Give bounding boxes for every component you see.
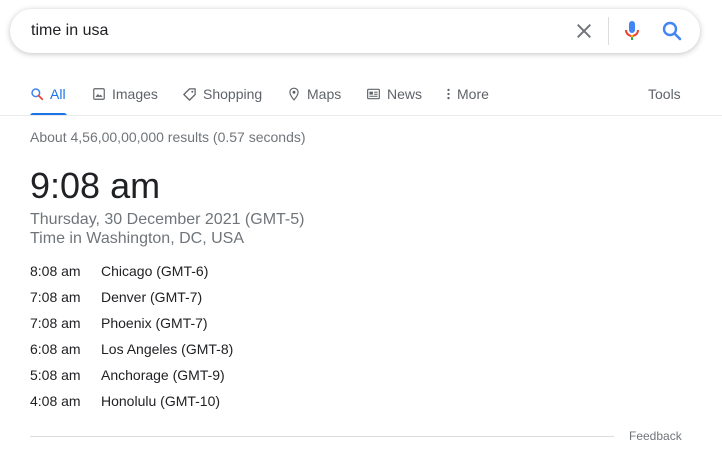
zone-time: 6:08 am [30, 341, 81, 357]
image-icon [93, 88, 105, 100]
zone-city: Phoenix (GMT-7) [101, 315, 208, 331]
tab-all[interactable]: All [30, 76, 66, 112]
search-divider [608, 17, 609, 45]
zone-city: Los Angeles (GMT-8) [101, 341, 234, 357]
list-item: 6:08 am Los Angeles (GMT-8) [30, 339, 330, 365]
tab-images[interactable]: Images [92, 76, 158, 112]
tag-icon [183, 87, 196, 101]
microphone-icon[interactable] [620, 19, 644, 43]
tab-label: News [387, 86, 423, 102]
list-item: 5:08 am Anchorage (GMT-9) [30, 365, 330, 391]
more-vertical-icon [447, 88, 450, 100]
tab-news[interactable]: News [366, 76, 422, 112]
tab-maps[interactable]: Maps [287, 76, 341, 112]
zone-city: Denver (GMT-7) [101, 289, 203, 305]
tab-more[interactable]: More [446, 76, 489, 112]
feedback-link[interactable]: Feedback [629, 429, 682, 443]
map-pin-icon [289, 87, 299, 101]
list-item: 7:08 am Denver (GMT-7) [30, 287, 330, 313]
close-icon[interactable] [572, 19, 596, 43]
zone-time: 4:08 am [30, 393, 81, 409]
tab-label: Maps [307, 86, 342, 102]
tab-label: All [50, 86, 66, 102]
feedback-divider [30, 436, 614, 437]
current-date: Thursday, 30 December 2021 (GMT-5) [30, 211, 305, 228]
newspaper-icon [367, 88, 380, 100]
list-item: 7:08 am Phoenix (GMT-7) [30, 313, 330, 339]
tab-label: More [457, 86, 489, 102]
tabs-divider [0, 115, 722, 116]
time-location: Time in Washington, DC, USA [30, 230, 244, 247]
time-zone-list: 8:08 am Chicago (GMT-6) 7:08 am Denver (… [30, 261, 330, 417]
search-box[interactable]: time in usa [10, 9, 700, 53]
results-stats: About 4,56,00,00,000 results (0.57 secon… [30, 129, 306, 145]
search-icon[interactable] [660, 19, 684, 43]
tab-label: Images [112, 86, 158, 102]
zone-city: Honolulu (GMT-10) [101, 393, 221, 409]
list-item: 4:08 am Honolulu (GMT-10) [30, 391, 330, 417]
zone-time: 7:08 am [30, 315, 81, 331]
tab-shopping[interactable]: Shopping [182, 76, 262, 112]
zone-time: 8:08 am [30, 263, 81, 279]
zone-time: 7:08 am [30, 289, 81, 305]
zone-time: 5:08 am [30, 367, 81, 383]
search-icon [31, 88, 44, 101]
tools-label: Tools [648, 86, 681, 102]
tools-button[interactable]: Tools [648, 76, 681, 112]
zone-city: Anchorage (GMT-9) [101, 367, 225, 383]
search-input[interactable]: time in usa [31, 9, 108, 53]
current-time: 9:08 am [30, 165, 161, 206]
tab-label: Shopping [203, 86, 263, 102]
list-item: 8:08 am Chicago (GMT-6) [30, 261, 330, 287]
search-tabs: All Images Shopping Maps News More Tools [0, 76, 722, 116]
zone-city: Chicago (GMT-6) [101, 263, 209, 279]
